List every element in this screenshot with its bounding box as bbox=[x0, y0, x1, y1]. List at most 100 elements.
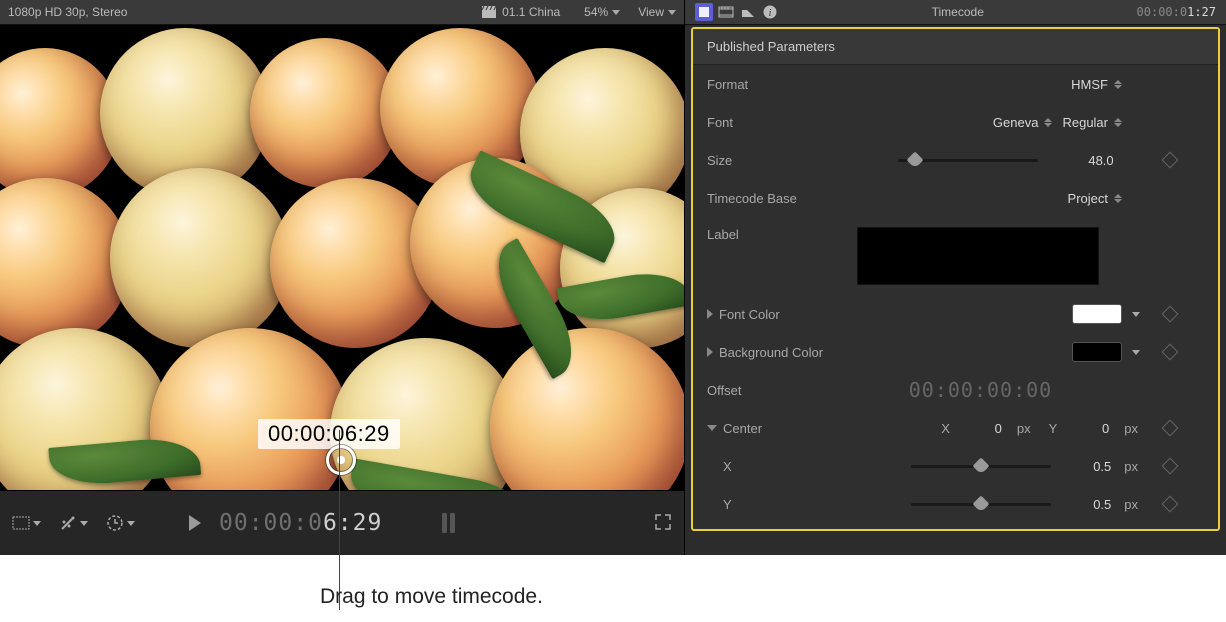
format-popup[interactable]: HMSF bbox=[1071, 77, 1122, 92]
param-font: Font Geneva Regular bbox=[693, 103, 1218, 141]
param-label-text: Label bbox=[707, 227, 739, 242]
play-button[interactable] bbox=[189, 515, 201, 531]
retime-tool-menu[interactable] bbox=[106, 514, 135, 532]
font-color-swatch[interactable] bbox=[1072, 304, 1122, 324]
callout-leader-line bbox=[339, 430, 340, 610]
viewer-footer: 00:00:06:29 bbox=[0, 490, 684, 555]
param-label: Format bbox=[707, 77, 748, 92]
audio-skimming-icon[interactable] bbox=[442, 513, 455, 533]
param-label: X bbox=[723, 459, 732, 474]
slider-thumb[interactable] bbox=[973, 457, 990, 474]
enhance-tool-menu[interactable] bbox=[59, 514, 88, 532]
x-slider[interactable] bbox=[911, 465, 1051, 468]
y-slider[interactable] bbox=[911, 503, 1051, 506]
center-y-value[interactable]: 0 bbox=[1069, 421, 1109, 436]
viewer-header: 1080p HD 30p, Stereo 01.1 China 54% View bbox=[0, 0, 684, 25]
tab-generator[interactable] bbox=[695, 3, 713, 21]
chevron-down-icon bbox=[127, 521, 135, 526]
tab-audio-or-mask[interactable] bbox=[739, 3, 757, 21]
tab-info[interactable]: i bbox=[761, 3, 779, 21]
chevron-down-icon bbox=[33, 521, 41, 526]
disclosure-triangle[interactable] bbox=[707, 309, 713, 319]
published-parameters-group: Published Parameters Format HMSF Font bbox=[691, 27, 1220, 531]
label-text-well[interactable] bbox=[857, 227, 1099, 285]
bg-color-swatch[interactable] bbox=[1072, 342, 1122, 362]
y-value[interactable]: 0.5 bbox=[1071, 497, 1111, 512]
svg-text:i: i bbox=[769, 8, 772, 19]
chevron-down-icon bbox=[612, 10, 620, 15]
param-label: Y bbox=[723, 497, 732, 512]
inspector-header: i Timecode 00:00:01:27 bbox=[685, 0, 1226, 25]
inspector-tc-dim: 00:00:0 bbox=[1137, 5, 1188, 19]
param-center-y: Y 0.5 px bbox=[693, 485, 1218, 523]
viewer-format-info: 1080p HD 30p, Stereo bbox=[8, 5, 127, 19]
inspector-title: Timecode bbox=[787, 5, 1129, 19]
param-label: Background Color bbox=[719, 345, 823, 360]
size-value[interactable]: 48.0 bbox=[1058, 153, 1144, 168]
font-family-value: Geneva bbox=[993, 115, 1039, 130]
slider-thumb[interactable] bbox=[906, 151, 923, 168]
slider-thumb[interactable] bbox=[973, 495, 990, 512]
zoom-menu[interactable]: 54% bbox=[584, 5, 620, 19]
font-style-value: Regular bbox=[1062, 115, 1108, 130]
timecode-bright: 6:29 bbox=[323, 510, 382, 536]
size-slider[interactable] bbox=[898, 159, 1038, 162]
offset-timecode[interactable]: 00:00:00:00 bbox=[909, 378, 1052, 402]
chevron-down-icon[interactable] bbox=[1132, 350, 1140, 355]
param-label: Center bbox=[723, 421, 762, 436]
viewport[interactable]: 00:00:06:29 bbox=[0, 25, 684, 490]
font-family-popup[interactable]: Geneva bbox=[993, 115, 1053, 130]
chevron-down-icon bbox=[668, 10, 676, 15]
param-format: Format HMSF bbox=[693, 65, 1218, 103]
tab-video[interactable] bbox=[717, 3, 735, 21]
timecode-base-value: Project bbox=[1068, 191, 1108, 206]
format-value: HMSF bbox=[1071, 77, 1108, 92]
param-label: Size bbox=[707, 153, 732, 168]
timecode-base-popup[interactable]: Project bbox=[1068, 191, 1122, 206]
keyframe-button[interactable] bbox=[1162, 458, 1179, 475]
unit-label: px bbox=[1124, 497, 1138, 512]
chevron-down-icon[interactable] bbox=[1132, 312, 1140, 317]
transform-tool-menu[interactable] bbox=[12, 516, 41, 530]
zoom-value: 54% bbox=[584, 5, 608, 19]
clip-name[interactable]: 01.1 China bbox=[482, 5, 560, 19]
unit-label: px bbox=[1124, 459, 1138, 474]
view-menu-label: View bbox=[638, 5, 664, 19]
center-y-label: Y bbox=[1049, 421, 1058, 436]
fullscreen-button[interactable] bbox=[654, 513, 672, 534]
keyframe-button[interactable] bbox=[1162, 344, 1179, 361]
move-handle-icon[interactable] bbox=[326, 445, 356, 475]
keyframe-button[interactable] bbox=[1162, 496, 1179, 513]
param-label: Label bbox=[693, 217, 1218, 295]
param-label: Timecode Base bbox=[707, 191, 797, 206]
timecode-dim: 00:00:0 bbox=[219, 510, 323, 536]
keyframe-button[interactable] bbox=[1162, 152, 1179, 169]
playhead-timecode[interactable]: 00:00:06:29 bbox=[219, 510, 382, 536]
inspector-tc-bright: 1:27 bbox=[1187, 5, 1216, 19]
center-x-value[interactable]: 0 bbox=[962, 421, 1002, 436]
param-label: Offset bbox=[707, 383, 741, 398]
timecode-overlay[interactable]: 00:00:06:29 bbox=[258, 419, 400, 449]
callout-text: Drag to move timecode. bbox=[320, 585, 543, 609]
param-timecode-base: Timecode Base Project bbox=[693, 179, 1218, 217]
viewer-pane: 1080p HD 30p, Stereo 01.1 China 54% View bbox=[0, 0, 685, 555]
param-label: Font bbox=[707, 115, 733, 130]
disclosure-triangle[interactable] bbox=[707, 347, 713, 357]
unit-label: px bbox=[1017, 421, 1031, 436]
inspector-pane: i Timecode 00:00:01:27 Published Paramet… bbox=[685, 0, 1226, 555]
param-center-x: X 0.5 px bbox=[693, 447, 1218, 485]
view-menu[interactable]: View bbox=[638, 5, 676, 19]
clip-name-text: 01.1 China bbox=[502, 5, 560, 19]
font-style-popup[interactable]: Regular bbox=[1062, 115, 1122, 130]
x-value[interactable]: 0.5 bbox=[1071, 459, 1111, 474]
param-label: Font Color bbox=[719, 307, 780, 322]
param-size: Size 48.0 bbox=[693, 141, 1218, 179]
keyframe-button[interactable] bbox=[1162, 306, 1179, 323]
center-x-label: X bbox=[941, 421, 950, 436]
param-font-color: Font Color bbox=[693, 295, 1218, 333]
keyframe-button[interactable] bbox=[1162, 420, 1179, 437]
clapperboard-icon bbox=[482, 6, 496, 18]
app-window: 1080p HD 30p, Stereo 01.1 China 54% View bbox=[0, 0, 1226, 555]
inspector-duration: 00:00:01:27 bbox=[1137, 5, 1216, 19]
disclosure-triangle[interactable] bbox=[707, 425, 717, 431]
